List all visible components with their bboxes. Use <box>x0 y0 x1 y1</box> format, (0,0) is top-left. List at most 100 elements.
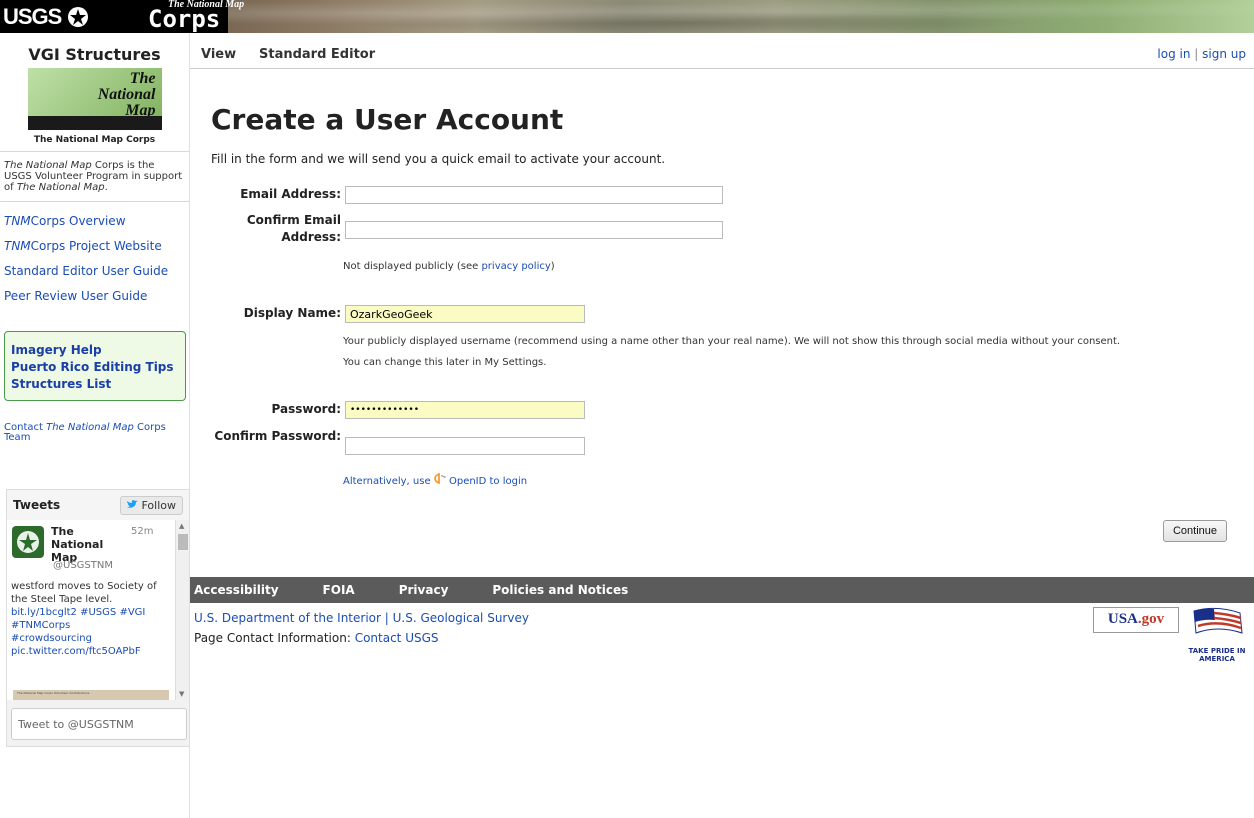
footer-link-policies[interactable]: Policies and Notices <box>492 583 628 597</box>
site-logo[interactable]: USGS The National Map Corps <box>0 0 244 33</box>
puerto-rico-tips-link[interactable]: Puerto Rico Editing Tips <box>11 359 179 376</box>
footer-agencies: U.S. Department of the Interior | U.S. G… <box>194 611 529 625</box>
contact-label: Page Contact Information: <box>194 631 355 645</box>
tweet-scrollbar[interactable]: ▲ ▼ <box>175 520 189 700</box>
twitter-widget: Tweets Follow The National Map 52m @USGS… <box>6 489 190 747</box>
imagery-help-link[interactable]: Imagery Help <box>11 342 179 359</box>
tweet-hashtag[interactable]: #crowdsourcing <box>11 633 92 644</box>
footer-separator: | <box>380 611 393 625</box>
email-label: Email Address: <box>240 187 341 201</box>
openid-icon <box>433 473 447 487</box>
desc-em-1: The National Map <box>4 160 92 171</box>
sidebar-link-project-website[interactable]: TNMCorps Project Website <box>4 240 185 253</box>
sidebar-link-peer-review-guide[interactable]: Peer Review User Guide <box>4 290 185 303</box>
confirm-email-label: Confirm Email Address: <box>246 213 341 244</box>
tab-view[interactable]: View <box>201 47 236 62</box>
footer-contact: Page Contact Information: Contact USGS <box>194 631 439 645</box>
sidebar-links: TNMCorps Overview TNMCorps Project Websi… <box>0 202 189 303</box>
corps-logo-text: Corps <box>148 5 221 33</box>
tweet-body: westford moves to Society of the Steel T… <box>11 581 157 605</box>
logo-caption: The National Map Corps <box>33 135 156 145</box>
contact-usgs-link[interactable]: Contact USGS <box>355 631 439 645</box>
display-name-note: Your publicly displayed username (recomm… <box>343 336 1121 347</box>
usgs-logo-text: USGS <box>3 3 62 29</box>
twitter-header: Tweets Follow <box>7 490 189 520</box>
confirm-password-field[interactable] <box>345 437 585 455</box>
link-text: Peer Review User Guide <box>4 289 148 303</box>
confirm-password-label: Confirm Password: <box>214 429 341 443</box>
tab-standard-editor[interactable]: Standard Editor <box>259 47 375 62</box>
flag-icon <box>1193 607 1243 634</box>
footer: U.S. Department of the Interior | U.S. G… <box>190 603 1254 673</box>
tweet-time[interactable]: 52m <box>131 526 153 537</box>
twitter-bird-icon <box>127 499 139 512</box>
tweet-text: westford moves to Society of the Steel T… <box>11 580 171 658</box>
link-text: Corps Project Website <box>30 239 162 253</box>
usagov-gov: .gov <box>1137 611 1165 627</box>
tweet-image-thumbnail[interactable]: The National Map Corps Volunteer Contrib… <box>13 690 169 700</box>
sidebar-link-editor-guide[interactable]: Standard Editor User Guide <box>4 265 185 278</box>
email-note: Not displayed publicly (see privacy poli… <box>343 261 555 272</box>
top-navigation: View Standard Editor log in | sign up <box>190 33 1254 69</box>
usgs-link[interactable]: U.S. Geological Survey <box>393 611 529 625</box>
display-name-label: Display Name: <box>243 306 341 320</box>
email-field[interactable] <box>345 186 723 204</box>
tweet-link[interactable]: pic.twitter.com/ftc5OAPbF <box>11 646 141 657</box>
tweet-avatar[interactable] <box>12 526 44 558</box>
openid-text[interactable]: Alternatively, use <box>343 476 434 487</box>
contact-em: The National Map <box>46 422 134 433</box>
link-text: Standard Editor User Guide <box>4 264 169 278</box>
tweet-hashtag[interactable]: #USGS <box>80 607 116 618</box>
main-content: Create a User Account Fill in the form a… <box>190 69 1254 577</box>
auth-separator: | <box>1194 47 1199 61</box>
email-note-text: Not displayed publicly (see <box>343 261 482 272</box>
logo-crowd-graphic <box>27 116 162 130</box>
display-name-field[interactable] <box>345 305 585 323</box>
scroll-thumb[interactable] <box>178 534 188 550</box>
thumb-caption: The National Map Corps Volunteer Contrib… <box>17 691 90 695</box>
tweet-hashtag[interactable]: #TNMCorps <box>11 620 70 631</box>
tweet-input[interactable]: Tweet to @USGSTNM <box>11 708 187 740</box>
corps-seal-icon <box>67 6 89 28</box>
structures-list-link[interactable]: Structures List <box>11 376 179 393</box>
banner: USGS The National Map Corps <box>0 0 1254 33</box>
link-em: TNM <box>4 214 31 228</box>
doi-link[interactable]: U.S. Department of the Interior <box>194 611 381 625</box>
password-label: Password: <box>271 402 342 416</box>
desc-em-2: The National Map <box>16 182 105 193</box>
tweet-timeline: The National Map 52m @USGSTNM westford m… <box>7 520 189 700</box>
tweet-link[interactable]: bit.ly/1bcglt2 <box>11 607 77 618</box>
take-pride-logo[interactable]: TAKE PRIDE IN AMERICA <box>1186 605 1248 667</box>
footer-link-accessibility[interactable]: Accessibility <box>194 583 279 597</box>
password-field[interactable] <box>345 401 585 419</box>
openid-link[interactable]: OpenID to login <box>446 476 527 487</box>
openid-note[interactable]: Alternatively, use OpenID to login <box>343 472 527 487</box>
national-map-logo[interactable]: The National Map <box>26 67 163 131</box>
tweets-title: Tweets <box>13 498 61 512</box>
link-em: TNM <box>4 239 31 253</box>
tweet-hashtag[interactable]: #VGI <box>119 607 145 618</box>
follow-button[interactable]: Follow <box>120 495 183 515</box>
email-note-end: ) <box>550 261 555 272</box>
tweet-author-name[interactable]: The National Map <box>51 525 121 564</box>
display-name-note-2: You can change this later in My Settings… <box>343 357 547 368</box>
auth-links: log in | sign up <box>1157 47 1246 61</box>
tweet-handle[interactable]: @USGSTNM <box>53 560 113 571</box>
form-intro: Fill in the form and we will send you a … <box>211 152 666 166</box>
footer-link-privacy[interactable]: Privacy <box>399 583 449 597</box>
sidebar-link-overview[interactable]: TNMCorps Overview <box>4 215 185 228</box>
continue-button[interactable]: Continue <box>1163 520 1227 542</box>
follow-label: Follow <box>141 498 176 512</box>
login-link[interactable]: log in <box>1157 47 1190 61</box>
confirm-email-field[interactable] <box>345 221 723 239</box>
usagov-logo[interactable]: USA.gov <box>1093 607 1179 633</box>
help-box: Imagery Help Puerto Rico Editing Tips St… <box>4 331 186 401</box>
take-pride-text: TAKE PRIDE IN AMERICA <box>1188 647 1246 663</box>
contact-team-link[interactable]: Contact The National Map Corps Team <box>0 423 189 443</box>
desc-end: . <box>104 182 108 193</box>
signup-link[interactable]: sign up <box>1202 47 1246 61</box>
scroll-up-icon[interactable]: ▲ <box>179 522 184 530</box>
scroll-down-icon[interactable]: ▼ <box>179 690 184 698</box>
footer-link-foia[interactable]: FOIA <box>323 583 355 597</box>
privacy-policy-link[interactable]: privacy policy <box>481 261 550 272</box>
